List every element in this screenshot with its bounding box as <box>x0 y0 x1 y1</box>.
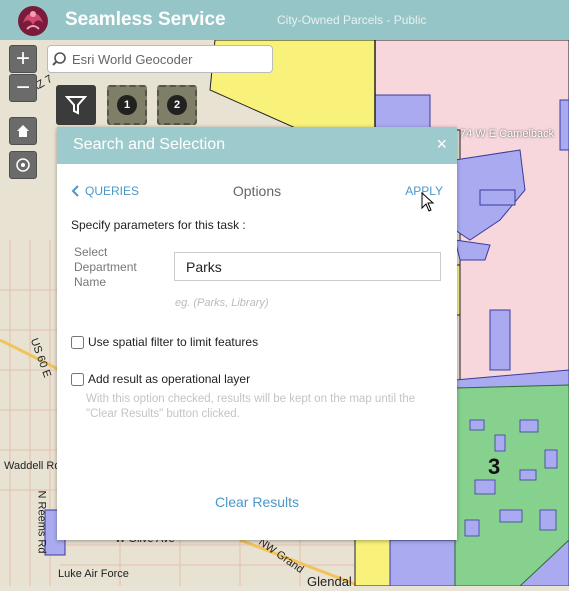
map-label-camelback: 74 W E Camelback <box>460 128 555 140</box>
map-cluster-label: 3 <box>488 454 501 479</box>
filter-icon <box>65 96 87 115</box>
department-field-label: Select Department Name <box>74 245 154 290</box>
phoenix-logo-icon <box>18 6 48 36</box>
map-label-luke: Luke Air Force <box>58 568 129 580</box>
spatial-filter-checkbox[interactable] <box>71 335 84 349</box>
tool-button-1[interactable]: 1 <box>107 85 147 125</box>
department-name-input[interactable] <box>174 252 441 281</box>
search-input[interactable] <box>70 50 254 68</box>
home-button[interactable] <box>9 117 37 145</box>
field-label-line: Department <box>74 260 137 274</box>
panel-header: Search and Selection × <box>57 127 457 164</box>
add-result-option[interactable]: Add result as operational layer <box>71 372 250 386</box>
nav-title: Options <box>232 183 282 199</box>
app-title: Seamless Service <box>65 9 226 30</box>
app-header: Seamless Service City-Owned Parcels - Pu… <box>0 0 569 40</box>
geocoder-search[interactable] <box>47 45 273 73</box>
add-result-label: Add result as operational layer <box>88 372 251 386</box>
tool-number-2: 2 <box>167 95 187 115</box>
panel-title: Search and Selection <box>73 136 226 153</box>
filter-tool-button[interactable] <box>56 85 96 125</box>
tool-number-1: 1 <box>117 95 137 115</box>
app-subtitle: City-Owned Parcels - Public <box>277 13 427 27</box>
instructions-text: Specify parameters for this task : <box>71 218 246 232</box>
map-label-reems: N Reems Rd <box>35 490 48 554</box>
locate-icon <box>16 158 30 172</box>
map-label-waddell: Waddell Rd <box>4 460 61 472</box>
department-field-hint: eg. (Parks, Library) <box>175 297 269 309</box>
field-label-line: Name <box>74 275 107 289</box>
search-selection-panel: Search and Selection × QUERIES Options A… <box>57 127 457 540</box>
add-result-checkbox[interactable] <box>71 372 84 386</box>
map-label-glendale: Glendal <box>307 574 352 589</box>
mouse-cursor-icon <box>421 192 435 212</box>
search-icon <box>52 52 66 66</box>
locate-button[interactable] <box>9 151 37 179</box>
spatial-filter-option[interactable]: Use spatial filter to limit features <box>71 335 258 349</box>
home-icon <box>17 125 29 137</box>
panel-nav: QUERIES Options APPLY <box>57 164 457 212</box>
spatial-filter-label: Use spatial filter to limit features <box>88 335 259 349</box>
zoom-out-button[interactable]: − <box>9 74 37 102</box>
close-icon[interactable]: × <box>436 134 447 155</box>
field-label-line: Select <box>74 245 108 259</box>
add-result-note: With this option checked, results will b… <box>86 393 416 420</box>
clear-results-button[interactable]: Clear Results <box>57 494 457 510</box>
zoom-in-button[interactable]: + <box>9 45 37 73</box>
tool-button-2[interactable]: 2 <box>157 85 197 125</box>
